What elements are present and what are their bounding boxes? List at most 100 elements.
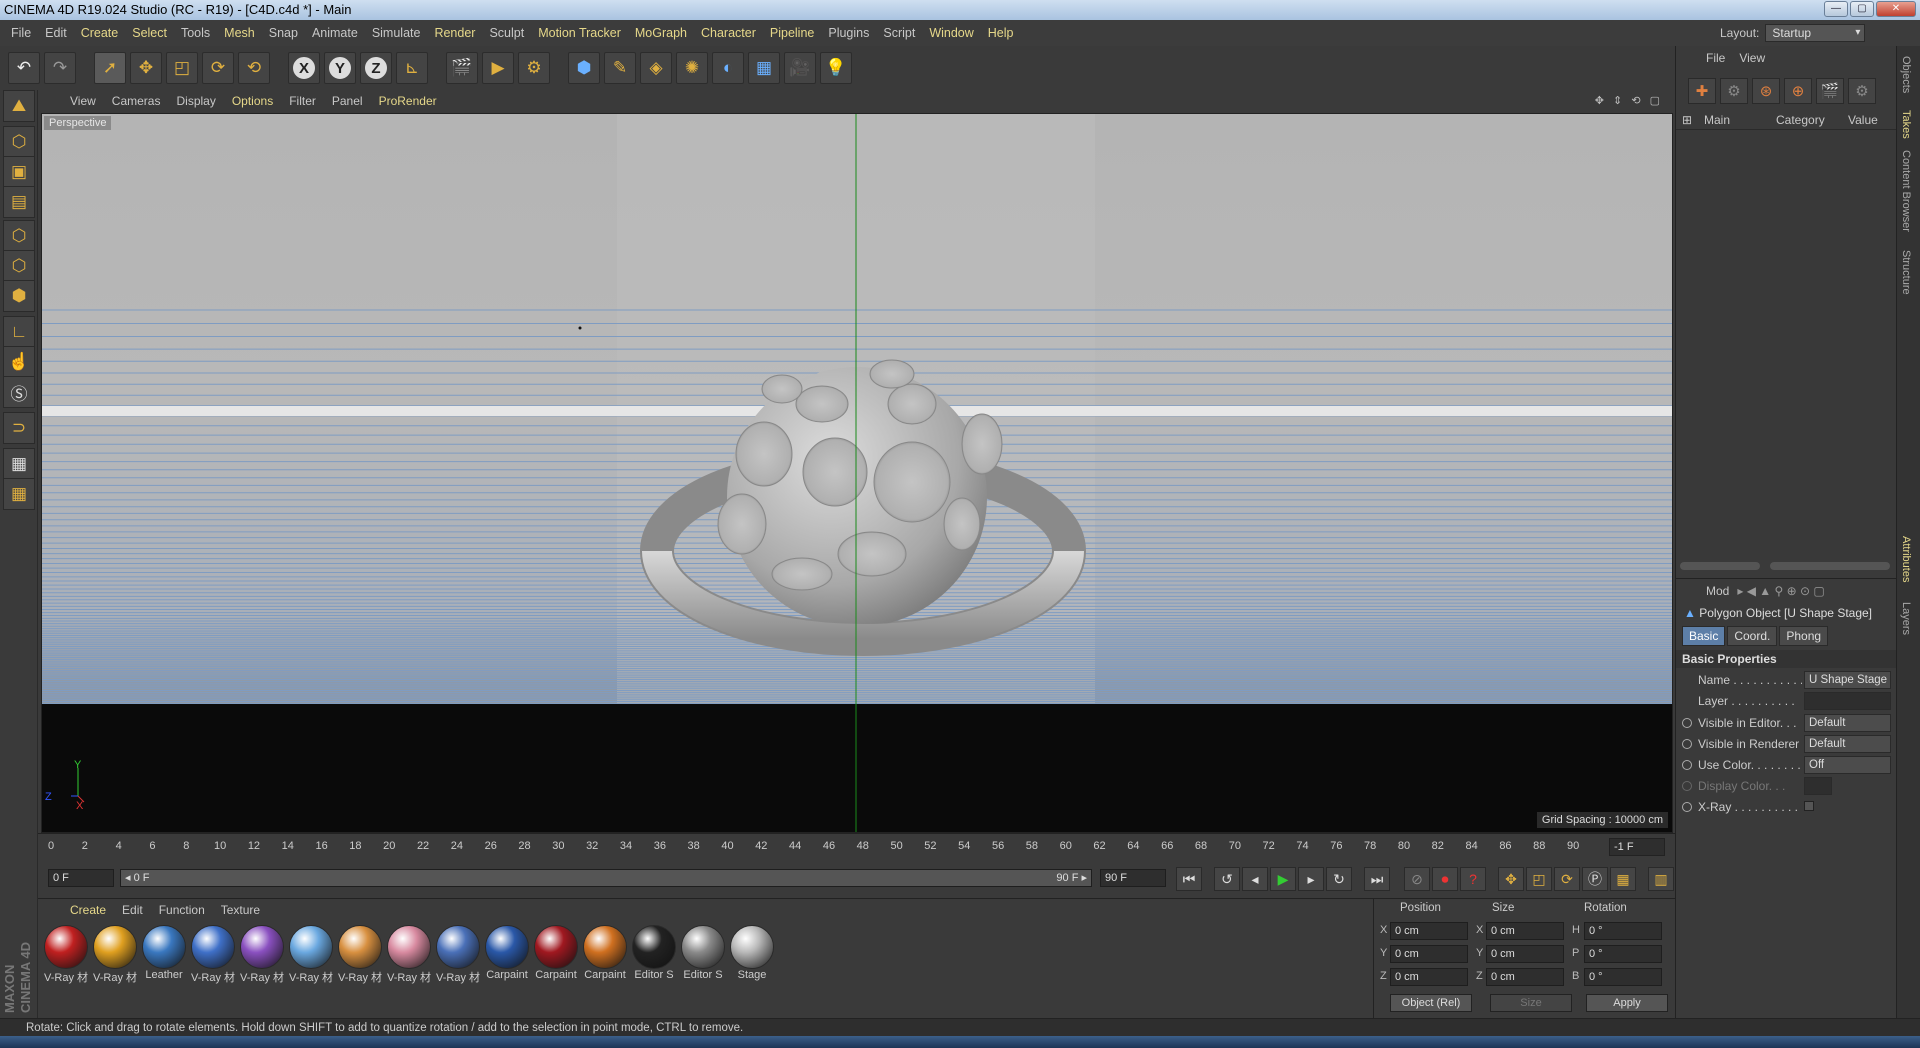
coord-mode-dropdown[interactable]: Object (Rel) (1390, 994, 1472, 1012)
timeline-ruler[interactable]: 0 2 4 6 8 10 12 14 16 18 20 22 24 26 28 30 32 34 36 38 40 42 4… (48, 834, 1608, 860)
take-filter-icon[interactable]: ⚙ (1848, 78, 1876, 104)
apply-button[interactable]: Apply (1586, 994, 1668, 1012)
material-swatch[interactable]: V-Ray 材 (287, 925, 335, 985)
tab-coord[interactable]: Coord. (1727, 626, 1778, 646)
magnet-icon[interactable]: ⊃ (3, 412, 35, 444)
rotate-tool-icon[interactable]: ⟳ (202, 52, 234, 84)
coordinate-system-icon[interactable]: ⊾ (396, 52, 428, 84)
menu-edit[interactable]: Edit (38, 26, 74, 40)
use-color-dropdown[interactable]: Off (1804, 756, 1891, 774)
take-render-icon[interactable]: 🎬 (1816, 78, 1844, 104)
material-swatch[interactable]: V-Ray 材 (385, 925, 433, 985)
workplane-mode-icon[interactable]: ▤ (3, 186, 35, 218)
current-frame-field[interactable]: 0 F (48, 869, 114, 887)
material-swatch[interactable]: Editor S (679, 925, 727, 985)
material-swatch[interactable]: Carpaint (581, 925, 629, 985)
material-swatch[interactable]: V-Ray 材 (91, 925, 139, 985)
rotation-h-field[interactable]: 0 ° (1584, 922, 1662, 940)
position-z-field[interactable]: 0 cm (1390, 968, 1468, 986)
menu-mograph[interactable]: MoGraph (628, 26, 694, 40)
goto-end-icon[interactable]: ⏭ (1364, 867, 1390, 891)
vp-menu-filter[interactable]: Filter (281, 94, 324, 108)
size-mode-dropdown[interactable]: Size (1490, 994, 1572, 1012)
workplane-lock-icon[interactable]: ▦ (3, 448, 35, 480)
menu-help[interactable]: Help (981, 26, 1021, 40)
layout-dropdown[interactable]: Startup (1765, 24, 1866, 42)
deformer-icon[interactable]: ◐ (712, 52, 744, 84)
key-rotation-icon[interactable]: ⟳ (1554, 867, 1580, 891)
render-settings-icon[interactable]: ⚙ (518, 52, 550, 84)
side-tab-objects[interactable]: Objects (1900, 56, 1912, 93)
side-tab-structure[interactable]: Structure (1900, 250, 1912, 295)
points-mode-icon[interactable]: ⬡ (3, 220, 35, 252)
attr-nav-icons[interactable]: ▸ ◀ ▲ ⚲ ⊕ ⊙ ▢ (1737, 584, 1824, 598)
obj-menu-view[interactable]: View (1739, 51, 1765, 65)
y-axis-lock-icon[interactable]: Y (324, 52, 356, 84)
size-x-field[interactable]: 0 cm (1486, 922, 1564, 940)
mat-menu-function[interactable]: Function (151, 903, 213, 917)
vp-menu-options[interactable]: Options (224, 94, 281, 108)
rotation-b-field[interactable]: 0 ° (1584, 968, 1662, 986)
menu-select[interactable]: Select (125, 26, 174, 40)
menu-sculpt[interactable]: Sculpt (482, 26, 531, 40)
mat-menu-edit[interactable]: Edit (114, 903, 151, 917)
takes-list[interactable] (1676, 130, 1897, 560)
goto-start-icon[interactable]: ⏮ (1176, 867, 1202, 891)
vp-menu-prorender[interactable]: ProRender (371, 94, 445, 108)
light-icon[interactable]: 💡 (820, 52, 852, 84)
perspective-viewport[interactable]: Y X Z Perspective Grid Spacing : 10000 c… (41, 113, 1673, 833)
menu-simulate[interactable]: Simulate (365, 26, 428, 40)
take-new-icon[interactable]: ✚ (1688, 78, 1716, 104)
menu-plugins[interactable]: Plugins (821, 26, 876, 40)
obj-menu-file[interactable]: File (1706, 51, 1725, 65)
tab-basic[interactable]: Basic (1682, 626, 1726, 646)
next-frame-icon[interactable]: ▸ (1298, 867, 1324, 891)
make-editable-icon[interactable]: ⛰ (3, 90, 35, 122)
model-mode-icon[interactable]: ⬡ (3, 126, 35, 158)
redo-icon[interactable]: ↷ (44, 52, 76, 84)
play-icon[interactable]: ▶ (1270, 867, 1296, 891)
recent-tool-icon[interactable]: ⟲ (238, 52, 270, 84)
material-swatch[interactable]: Stage (728, 925, 776, 985)
vp-menu-display[interactable]: Display (168, 94, 223, 108)
take-override-icon[interactable]: ⚙ (1720, 78, 1748, 104)
floor-icon[interactable]: ▦ (748, 52, 780, 84)
mat-menu-texture[interactable]: Texture (213, 903, 268, 917)
axis-mode-icon[interactable]: ∟ (3, 316, 35, 348)
size-y-field[interactable]: 0 cm (1486, 945, 1564, 963)
timeline-window-icon[interactable]: ▥ (1648, 867, 1674, 891)
side-tab-takes[interactable]: Takes (1900, 110, 1912, 139)
material-swatch[interactable]: V-Ray 材 (42, 925, 90, 985)
cube-icon[interactable]: ⬢ (568, 52, 600, 84)
frame-range-slider[interactable]: ◂ 0 F 90 F ▸ (120, 869, 1092, 887)
max-frame-field[interactable]: 90 F (1100, 869, 1166, 887)
side-tab-attributes[interactable]: Attributes (1900, 536, 1912, 582)
xray-checkbox[interactable] (1804, 801, 1814, 811)
undo-icon[interactable]: ↶ (8, 52, 40, 84)
key-position-icon[interactable]: ✥ (1498, 867, 1524, 891)
menu-character[interactable]: Character (694, 26, 763, 40)
cloner-icon[interactable]: ✺ (676, 52, 708, 84)
menu-create[interactable]: Create (74, 26, 126, 40)
size-z-field[interactable]: 0 cm (1486, 968, 1564, 986)
animate-radio-icon[interactable] (1682, 718, 1692, 728)
take-lock-icon[interactable]: ⊕ (1784, 78, 1812, 104)
material-swatch[interactable]: V-Ray 材 (336, 925, 384, 985)
attr-menu-mode[interactable]: Mod (1706, 584, 1729, 598)
render-picture-viewer-icon[interactable]: ▶ (482, 52, 514, 84)
key-scale-icon[interactable]: ◰ (1526, 867, 1552, 891)
animate-radio-icon[interactable] (1682, 739, 1692, 749)
material-swatch[interactable]: Carpaint (532, 925, 580, 985)
side-tab-content-browser[interactable]: Content Browser (1900, 150, 1912, 232)
mat-menu-create[interactable]: Create (62, 903, 114, 917)
render-view-icon[interactable]: 🎬 (446, 52, 478, 84)
timeline-end-field[interactable]: -1 F (1609, 838, 1665, 856)
material-swatch[interactable]: V-Ray 材 (434, 925, 482, 985)
keyframe-selection-icon[interactable]: ? (1460, 867, 1486, 891)
visible-renderer-dropdown[interactable]: Default (1804, 735, 1891, 753)
vp-menu-cameras[interactable]: Cameras (104, 94, 169, 108)
edges-mode-icon[interactable]: ⬡ (3, 250, 35, 282)
menu-pipeline[interactable]: Pipeline (763, 26, 821, 40)
key-parameter-icon[interactable]: Ⓟ (1582, 867, 1608, 891)
tab-phong[interactable]: Phong (1779, 626, 1829, 646)
